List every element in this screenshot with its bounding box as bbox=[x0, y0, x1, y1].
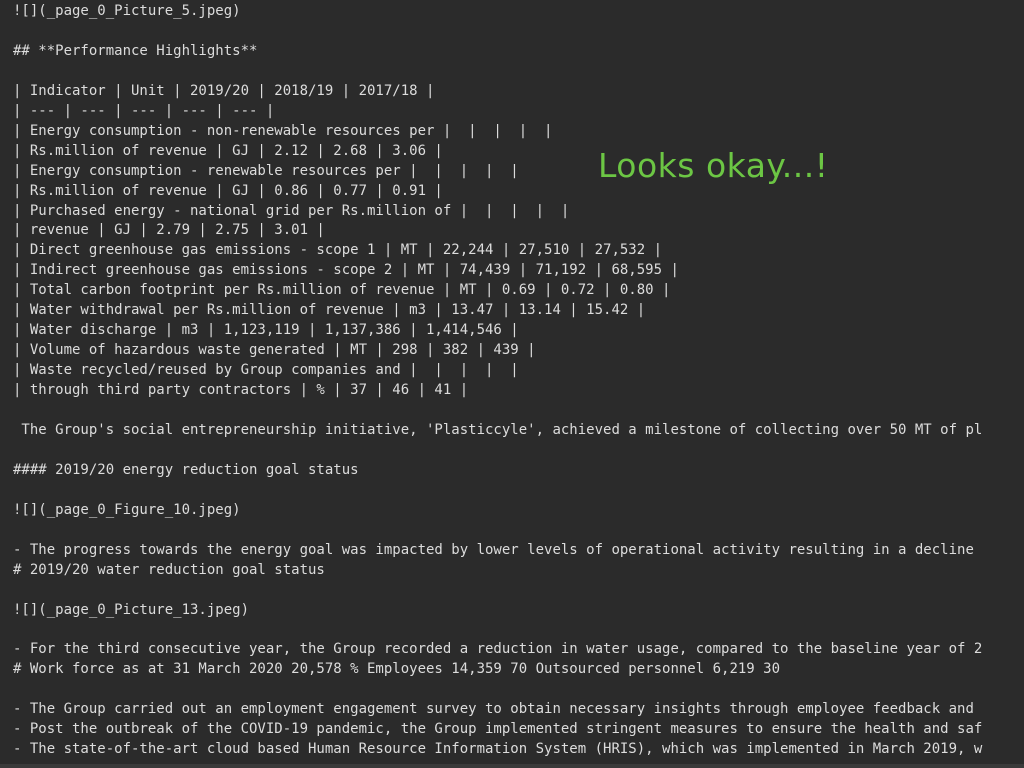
editor-line: # 2019/20 water reduction goal status bbox=[13, 561, 325, 578]
editor-line: | through third party contractors | % | … bbox=[13, 382, 469, 399]
editor-line: ![](_page_0_Figure_10.jpeg) bbox=[13, 501, 241, 518]
editor-line: | Purchased energy - national grid per R… bbox=[13, 202, 570, 219]
editor-line: | Energy consumption - renewable resourc… bbox=[13, 162, 519, 179]
editor-line: - The Group carried out an employment en… bbox=[13, 701, 974, 718]
editor-line: - The progress towards the energy goal w… bbox=[13, 541, 974, 558]
editor-line: # Work force as at 31 March 2020 20,578 … bbox=[13, 661, 781, 678]
editor-line: | Indicator | Unit | 2019/20 | 2018/19 |… bbox=[13, 82, 435, 99]
editor-line: - Post the outbreak of the COVID-19 pand… bbox=[13, 721, 983, 738]
editor-line: - For the third consecutive year, the Gr… bbox=[13, 641, 983, 658]
editor-line: | Water discharge | m3 | 1,123,119 | 1,1… bbox=[13, 322, 519, 339]
text-editor[interactable]: ![](_page_0_Picture_5.jpeg) ## **Performa… bbox=[0, 0, 1024, 768]
editor-line: | Energy consumption - non-renewable res… bbox=[13, 122, 553, 139]
editor-line: | Rs.million of revenue | GJ | 0.86 | 0.… bbox=[13, 182, 443, 199]
editor-line: | Total carbon footprint per Rs.million … bbox=[13, 282, 671, 299]
editor-line: | --- | --- | --- | --- | --- | bbox=[13, 102, 275, 119]
editor-line: - The state-of-the-art cloud based Human… bbox=[13, 741, 983, 758]
editor-line: ![](_page_0_Picture_5.jpeg) bbox=[13, 3, 241, 19]
editor-line: #### 2019/20 energy reduction goal statu… bbox=[13, 461, 359, 478]
editor-line: | Waste recycled/reused by Group compani… bbox=[13, 362, 519, 379]
editor-line: ![](_page_0_Picture_13.jpeg) bbox=[13, 601, 250, 618]
editor-line: | Rs.million of revenue | GJ | 2.12 | 2.… bbox=[13, 142, 443, 159]
editor-line: The Group's social entrepreneurship init… bbox=[13, 421, 983, 438]
editor-line: | Direct greenhouse gas emissions - scop… bbox=[13, 242, 663, 259]
horizontal-scrollbar[interactable] bbox=[0, 764, 1024, 768]
editor-line: | Indirect greenhouse gas emissions - sc… bbox=[13, 262, 679, 279]
handwritten-annotation: Looks okay...! bbox=[598, 146, 829, 185]
editor-line: | Water withdrawal per Rs.million of rev… bbox=[13, 302, 646, 319]
editor-line: | revenue | GJ | 2.79 | 2.75 | 3.01 | bbox=[13, 222, 325, 239]
editor-line: ## **Performance Highlights** bbox=[13, 42, 258, 59]
editor-line: | Volume of hazardous waste generated | … bbox=[13, 342, 536, 359]
